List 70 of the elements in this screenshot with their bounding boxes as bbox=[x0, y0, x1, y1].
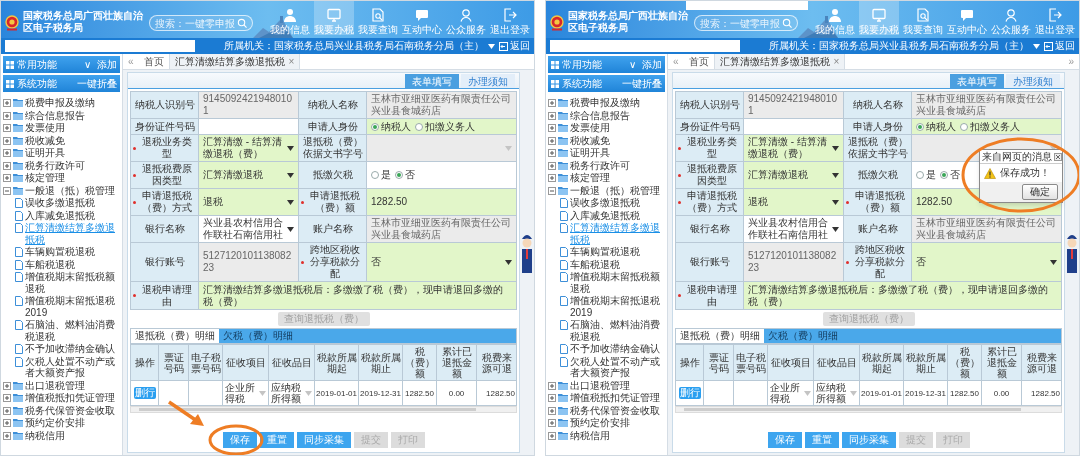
field-label: 抵缴欠税 bbox=[312, 169, 353, 181]
field-label: 账户名称 bbox=[857, 223, 898, 235]
field-label: 纳税人名称 bbox=[307, 99, 358, 111]
column-header: 票证号码 bbox=[158, 344, 189, 381]
sidebar-title: 常用功能 bbox=[17, 59, 58, 70]
site-title: 国家税务总局广西壮族自治区电子税务局 bbox=[568, 10, 689, 34]
column-header: 票证号码 bbox=[703, 344, 734, 381]
field-label: 账户名称 bbox=[312, 223, 353, 235]
org-label: 所属机关：国家税务总局兴业县税务局石南税务分局（主） bbox=[769, 40, 1029, 52]
field-label: 申请退抵税（费）方式 bbox=[686, 190, 738, 214]
table-cell: 2019-12-31 bbox=[358, 380, 403, 406]
org-label: 所属机关：国家税务总局兴业县税务局石南税务分局（主） bbox=[224, 40, 484, 52]
table-cell: 2019-12-31 bbox=[903, 380, 948, 406]
field-label: 纳税人名称 bbox=[852, 99, 903, 111]
column-header: 税（费）额 bbox=[947, 344, 982, 381]
column-header: 税费来源可退 bbox=[476, 344, 517, 381]
field-label: 银行账号 bbox=[144, 256, 185, 268]
field-label: 申请退抵税（费）额 bbox=[854, 190, 906, 214]
field-label: 退税申请理由 bbox=[141, 283, 193, 308]
sidebar-title: 常用功能 bbox=[562, 59, 603, 70]
field-label: 申请退抵税（费）额 bbox=[309, 190, 361, 214]
field-label: 退抵税费原因类型 bbox=[686, 163, 738, 187]
field-label: 退抵税（费）依据文书字号 bbox=[301, 136, 364, 160]
field-label: 身份证件号码 bbox=[679, 120, 740, 133]
column-header: 征收项目 bbox=[222, 344, 269, 381]
field-label: 跨地区税收分享税款分配 bbox=[309, 244, 361, 280]
column-header: 税款所属期起 bbox=[859, 344, 904, 381]
field-label: 退税业务类型 bbox=[686, 136, 738, 160]
table-cell: 2019-01-01 bbox=[859, 380, 904, 406]
field-label: 退税业务类型 bbox=[141, 136, 193, 160]
field-label: 跨地区税收分享税款分配 bbox=[854, 244, 906, 280]
field-label: 纳税人识别号 bbox=[679, 99, 740, 111]
column-header: 税款所属期起 bbox=[314, 344, 359, 381]
table-cell: 1282.50 bbox=[402, 380, 437, 406]
field-label: 纳税人识别号 bbox=[134, 99, 195, 111]
column-header: 征收品目 bbox=[813, 344, 860, 381]
column-header: 征收品目 bbox=[268, 344, 315, 381]
sidebar-title: 系统功能 bbox=[562, 78, 603, 89]
column-header: 税款所属期止 bbox=[903, 344, 948, 381]
field-label: 退税申请理由 bbox=[686, 283, 738, 308]
column-header: 电子税票号码 bbox=[733, 344, 768, 381]
dialog-message: 保存成功！ bbox=[1000, 167, 1050, 179]
field-label: 申请退抵税（费）方式 bbox=[141, 190, 193, 214]
table-cell: 1282.50 bbox=[476, 380, 517, 406]
column-header: 累计已退抵金额 bbox=[436, 344, 477, 381]
column-header: 税费来源可退 bbox=[1021, 344, 1062, 381]
column-header: 电子税票号码 bbox=[188, 344, 223, 381]
column-header: 征收项目 bbox=[767, 344, 814, 381]
dialog-title: 来自网页的消息 bbox=[982, 150, 1052, 163]
table-cell: 1282.50 bbox=[1021, 380, 1062, 406]
field-label: 申请人身份 bbox=[852, 120, 903, 133]
sidebar-title: 系统功能 bbox=[17, 78, 58, 89]
column-header: 操作 bbox=[130, 344, 159, 381]
column-header: 累计已退抵金额 bbox=[981, 344, 1022, 381]
field-label: 银行名称 bbox=[144, 223, 185, 235]
table-cell: 2019-01-01 bbox=[314, 380, 359, 406]
field-label: 退抵税（费）依据文书字号 bbox=[846, 136, 909, 160]
table-cell: 0.00 bbox=[981, 380, 1022, 406]
field-label: 抵缴欠税 bbox=[857, 169, 898, 181]
table-cell: 0.00 bbox=[436, 380, 477, 406]
site-title: 国家税务总局广西壮族自治区电子税务局 bbox=[23, 10, 144, 34]
field-label: 身份证件号码 bbox=[134, 120, 195, 133]
column-header: 税（费）额 bbox=[402, 344, 437, 381]
column-header: 操作 bbox=[675, 344, 704, 381]
field-label: 银行名称 bbox=[689, 223, 730, 235]
field-label: 退抵税费原因类型 bbox=[141, 163, 193, 187]
field-label: 银行账号 bbox=[689, 256, 730, 268]
column-header: 税款所属期止 bbox=[358, 344, 403, 381]
table-cell: 1282.50 bbox=[947, 380, 982, 406]
field-label: 申请人身份 bbox=[307, 120, 358, 133]
